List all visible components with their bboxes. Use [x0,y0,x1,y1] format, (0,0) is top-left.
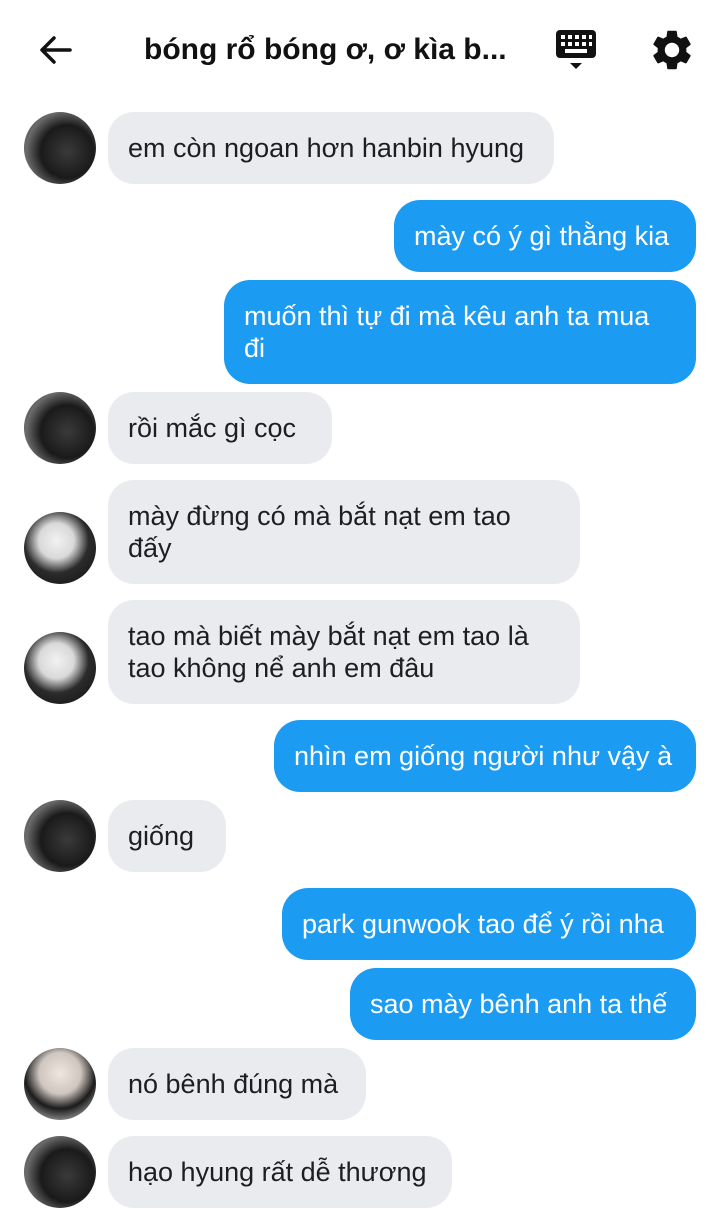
message-bubble-incoming[interactable]: tao mà biết mày bắt nạt em tao là tao kh… [108,600,580,704]
avatar[interactable] [24,512,96,584]
message-bubble-incoming[interactable]: giống [108,800,226,872]
chat-header: bóng rổ bóng ơ, ơ kìa b... [0,0,720,100]
message-bubble-incoming[interactable]: rồi mắc gì cọc [108,392,332,464]
keyboard-icon [556,30,596,69]
message-bubble-outgoing[interactable]: sao mày bênh anh ta thế [350,968,696,1040]
avatar[interactable] [24,800,96,872]
message-bubble-outgoing[interactable]: mày có ý gì thằng kia [394,200,696,272]
message-bubble-outgoing[interactable]: park gunwook tao để ý rồi nha [282,888,696,960]
message-bubble-incoming[interactable]: mày đừng có mà bắt nạt em tao đấy [108,480,580,584]
message-bubble-outgoing[interactable]: muốn thì tự đi mà kêu anh ta mua đi [224,280,696,384]
avatar[interactable] [24,392,96,464]
avatar[interactable] [24,632,96,704]
avatar[interactable] [24,1136,96,1208]
keyboard-button[interactable] [552,26,600,74]
back-button[interactable] [30,26,80,76]
chat-title: bóng rổ bóng ơ, ơ kìa b... [144,33,507,66]
message-bubble-outgoing[interactable]: nhìn em giống người như vậy à [274,720,696,792]
avatar[interactable] [24,112,96,184]
settings-button[interactable] [648,26,696,74]
gear-icon [653,30,691,70]
arrow-left-icon [40,36,72,64]
message-bubble-incoming[interactable]: hạo hyung rất dễ thương [108,1136,452,1208]
message-bubble-incoming[interactable]: em còn ngoan hơn hanbin hyung [108,112,554,184]
message-bubble-incoming[interactable]: nó bênh đúng mà [108,1048,366,1120]
avatar[interactable] [24,1048,96,1120]
